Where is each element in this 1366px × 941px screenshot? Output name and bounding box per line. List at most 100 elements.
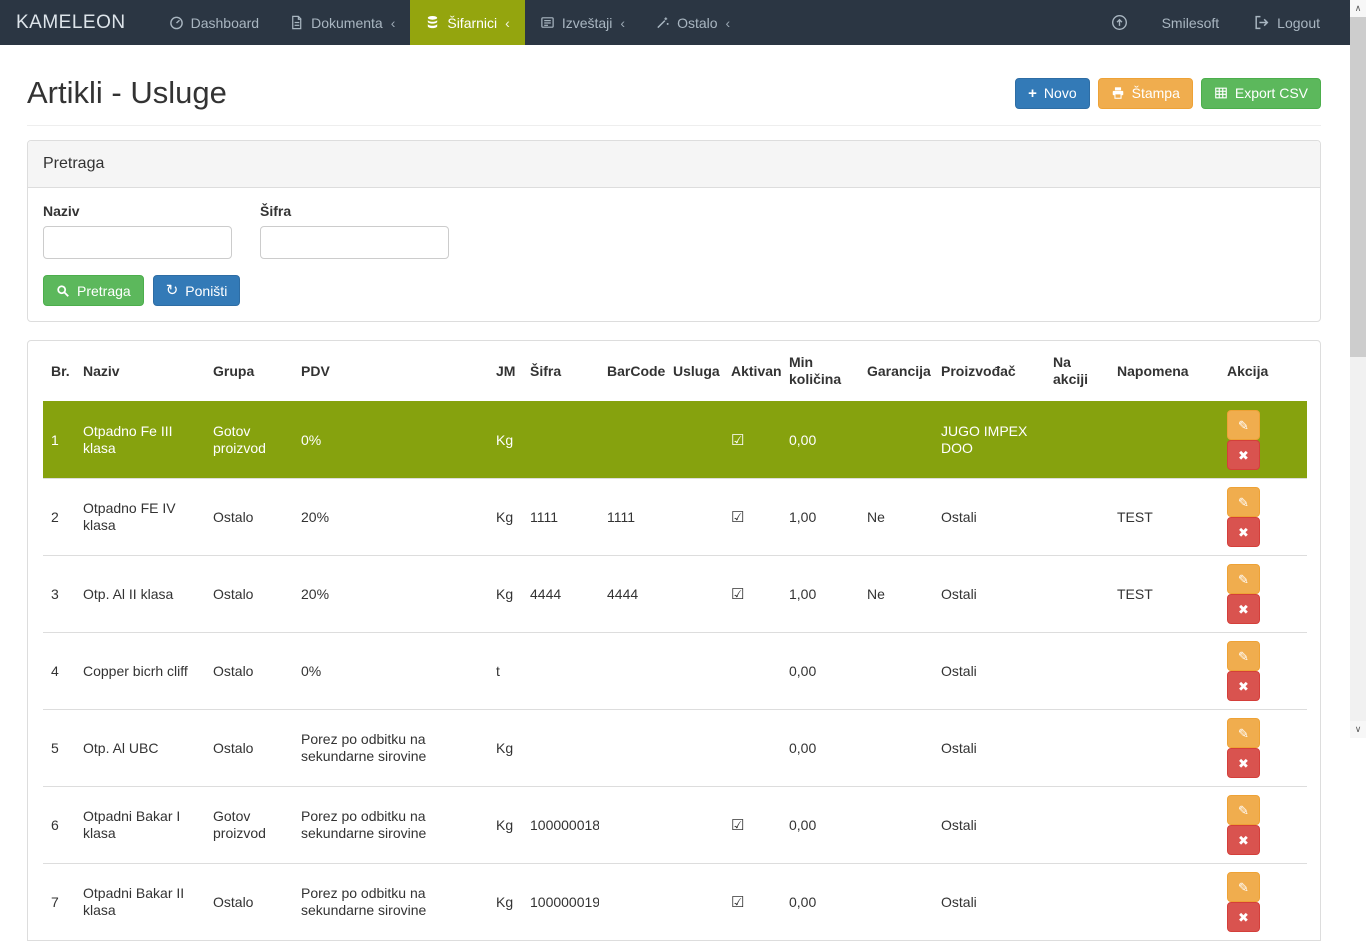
caret-left-icon: ‹ (391, 15, 396, 31)
nav-item-ostalo[interactable]: Ostalo ‹ (640, 0, 745, 45)
cell-sifra (522, 402, 599, 479)
cell-akcija: ✎✖ (1219, 633, 1307, 710)
nav-item-sifarnici[interactable]: Šifarnici ‹ (410, 0, 524, 45)
nav-item-label: Šifarnici (447, 15, 497, 31)
update-button[interactable] (1111, 14, 1128, 31)
delete-button[interactable]: ✖ (1227, 594, 1260, 624)
cell-aktivan (723, 710, 781, 787)
document-icon (289, 15, 304, 30)
cell-barcode (599, 633, 665, 710)
aktivan-checkbox[interactable]: ☑ (731, 509, 744, 526)
nav-item-izvestaji[interactable]: Izveštaji ‹ (525, 0, 640, 45)
scroll-up-button[interactable]: ∧ (1350, 0, 1366, 17)
aktivan-checkbox[interactable]: ☑ (731, 432, 744, 449)
company-link[interactable]: Smilesoft (1162, 15, 1220, 31)
cell-na_akciji (1045, 633, 1109, 710)
cell-barcode: 4444 (599, 556, 665, 633)
cell-pdv: 20% (293, 556, 488, 633)
wand-icon (655, 15, 670, 30)
table-row[interactable]: 4Copper bicrh cliffOstalo0%t0,00Ostali✎✖ (43, 633, 1307, 710)
delete-button[interactable]: ✖ (1227, 825, 1260, 855)
edit-button[interactable]: ✎ (1227, 718, 1260, 748)
novo-button[interactable]: + Novo (1015, 78, 1089, 109)
cell-akcija: ✎✖ (1219, 402, 1307, 479)
naziv-label: Naziv (43, 203, 232, 219)
edit-button[interactable]: ✎ (1227, 795, 1260, 825)
page-header: Artikli - Usluge + Novo Štampa Export CS… (27, 75, 1321, 126)
naziv-input[interactable] (43, 226, 232, 259)
ponisti-button[interactable]: ↻ Poništi (153, 275, 241, 306)
column-header: Aktivan (723, 341, 781, 402)
edit-button[interactable]: ✎ (1227, 564, 1260, 594)
column-header: PDV (293, 341, 488, 402)
cell-grupa: Ostalo (205, 556, 293, 633)
delete-button[interactable]: ✖ (1227, 440, 1260, 470)
cell-aktivan (723, 633, 781, 710)
table-row[interactable]: 6Otpadni Bakar I klasaGotov proizvodPore… (43, 787, 1307, 864)
cell-usluga (665, 479, 723, 556)
table-row[interactable]: 5Otp. Al UBCOstaloPorez po odbitku na se… (43, 710, 1307, 787)
delete-button[interactable]: ✖ (1227, 671, 1260, 701)
stampa-button[interactable]: Štampa (1098, 78, 1193, 109)
cell-sifra: 4444 (522, 556, 599, 633)
cell-br: 6 (43, 787, 75, 864)
search-panel: Pretraga Naziv Šifra Pretraga (27, 140, 1321, 322)
cell-grupa: Ostalo (205, 633, 293, 710)
logout-icon (1253, 14, 1270, 31)
cell-garancija (859, 787, 933, 864)
cell-naziv: Otpadno FE IV klasa (75, 479, 205, 556)
cell-napomena (1109, 787, 1219, 864)
cell-pdv: 0% (293, 633, 488, 710)
page-title: Artikli - Usluge (27, 75, 227, 111)
cell-aktivan: ☑ (723, 864, 781, 941)
nav-item-label: Izveštaji (562, 15, 613, 31)
cell-barcode (599, 864, 665, 941)
scroll-down-button[interactable]: ∨ (1350, 721, 1366, 738)
cell-na_akciji (1045, 710, 1109, 787)
aktivan-checkbox[interactable]: ☑ (731, 586, 744, 603)
cell-usluga (665, 556, 723, 633)
cell-br: 1 (43, 402, 75, 479)
edit-button[interactable]: ✎ (1227, 872, 1260, 902)
edit-button[interactable]: ✎ (1227, 410, 1260, 440)
pretraga-button[interactable]: Pretraga (43, 275, 144, 306)
caret-left-icon: ‹ (620, 15, 625, 31)
logout-button[interactable]: Logout (1253, 14, 1320, 31)
table-row[interactable]: 2Otpadno FE IV klasaOstalo20%Kg11111111☑… (43, 479, 1307, 556)
navbar: KAMELEON Dashboard Dokumenta ‹ Šifarnici… (0, 0, 1350, 45)
cell-na_akciji (1045, 556, 1109, 633)
caret-left-icon: ‹ (505, 15, 510, 31)
cell-aktivan: ☑ (723, 402, 781, 479)
edit-button[interactable]: ✎ (1227, 641, 1260, 671)
cell-grupa: Ostalo (205, 479, 293, 556)
column-header: Usluga (665, 341, 723, 402)
edit-button[interactable]: ✎ (1227, 487, 1260, 517)
export-csv-button[interactable]: Export CSV (1201, 78, 1321, 109)
table-icon (1214, 86, 1228, 100)
delete-button[interactable]: ✖ (1227, 517, 1260, 547)
cell-grupa: Gotov proizvod (205, 402, 293, 479)
cell-na_akciji (1045, 864, 1109, 941)
cell-sifra: 100000018 (522, 787, 599, 864)
refresh-icon: ↻ (166, 283, 179, 298)
cell-akcija: ✎✖ (1219, 710, 1307, 787)
nav-item-dokumenta[interactable]: Dokumenta ‹ (274, 0, 410, 45)
cell-min_kolicina: 0,00 (781, 864, 859, 941)
cell-grupa: Gotov proizvod (205, 787, 293, 864)
delete-button[interactable]: ✖ (1227, 902, 1260, 932)
table-row[interactable]: 3Otp. Al II klasaOstalo20%Kg44444444☑1,0… (43, 556, 1307, 633)
aktivan-checkbox[interactable]: ☑ (731, 894, 744, 911)
cell-garancija (859, 633, 933, 710)
brand-logo[interactable]: KAMELEON (0, 0, 154, 45)
aktivan-checkbox[interactable]: ☑ (731, 817, 744, 834)
nav-item-dashboard[interactable]: Dashboard (154, 0, 275, 45)
cell-naziv: Otpadno Fe III klasa (75, 402, 205, 479)
delete-button[interactable]: ✖ (1227, 748, 1260, 778)
scrollbar-thumb[interactable] (1350, 17, 1366, 357)
vertical-scrollbar[interactable]: ∧ ∨ (1350, 0, 1366, 738)
cell-min_kolicina: 0,00 (781, 402, 859, 479)
search-panel-title: Pretraga (28, 141, 1320, 188)
sifra-input[interactable] (260, 226, 449, 259)
table-row[interactable]: 1Otpadno Fe III klasaGotov proizvod0%Kg☑… (43, 402, 1307, 479)
table-row[interactable]: 7Otpadni Bakar II klasaOstaloPorez po od… (43, 864, 1307, 941)
